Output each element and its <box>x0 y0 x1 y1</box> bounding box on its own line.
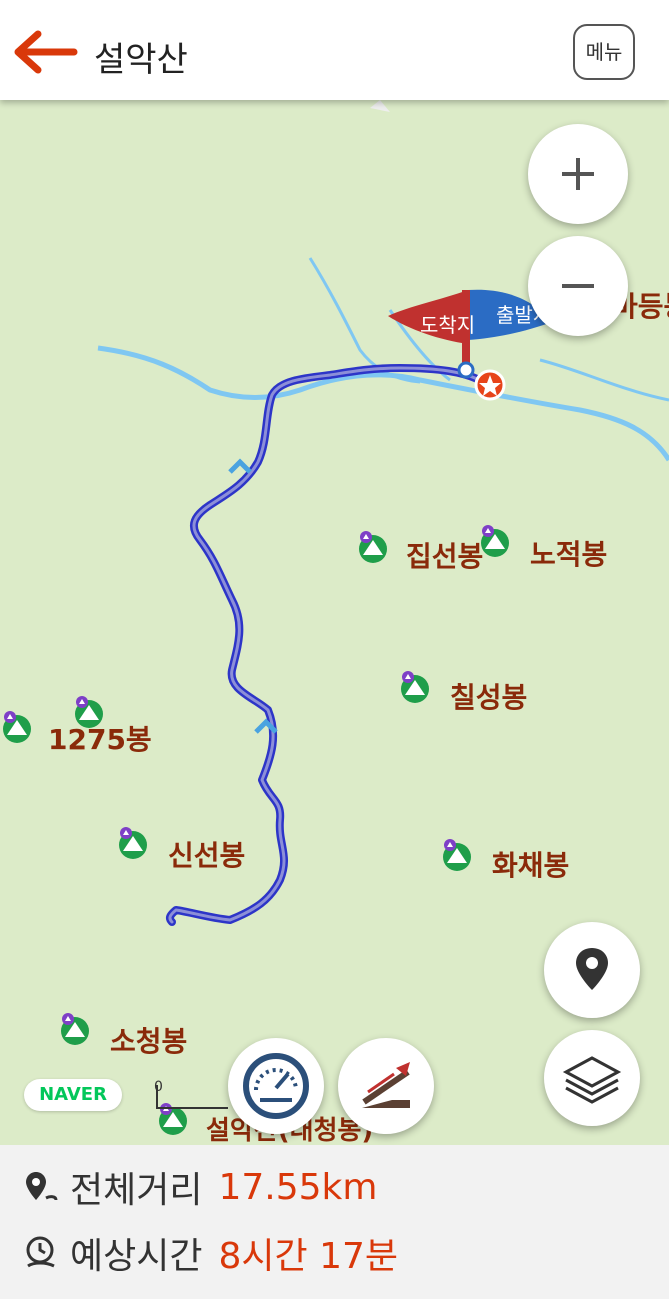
minus-icon <box>562 284 594 288</box>
zoom-out-button[interactable] <box>528 236 628 336</box>
page-title: 설악산 <box>94 40 188 80</box>
peak-label: 집선봉 <box>406 540 484 573</box>
map-view[interactable]: 출발지 도착지 마등봉 집선봉 노적봉 칠성봉 1275봉 신선봉 화채봉 소청… <box>0 100 669 1145</box>
mountain-icon[interactable] <box>58 1012 92 1050</box>
mountain-icon[interactable] <box>356 530 390 568</box>
start-marker-icon <box>457 361 475 379</box>
speed-button[interactable] <box>228 1038 324 1134</box>
peak-label: 노적봉 <box>530 538 608 571</box>
my-location-button[interactable] <box>544 922 640 1018</box>
estimated-time-icon <box>26 1236 55 1268</box>
speedometer-icon <box>243 1053 309 1119</box>
elevation-icon <box>362 1062 410 1108</box>
time-value: 8시간 17분 <box>218 1236 399 1277</box>
mountain-icon[interactable] <box>116 826 150 864</box>
mountain-icon[interactable] <box>398 670 432 708</box>
layers-icon <box>562 1056 622 1104</box>
distance-label: 전체거리 <box>70 1170 203 1211</box>
peak-label: 1275봉 <box>48 723 152 756</box>
mountain-icon[interactable] <box>478 524 512 562</box>
route-distance-icon <box>26 1172 58 1201</box>
peak-label: 화채봉 <box>492 849 570 882</box>
location-pin-icon <box>576 948 608 990</box>
distance-value: 17.55km <box>218 1166 378 1208</box>
direction-arrow-icon <box>228 458 252 474</box>
scale-bar: 0 <box>154 1079 228 1109</box>
back-button[interactable] <box>14 28 78 76</box>
menu-button[interactable]: 메뉴 <box>573 24 635 80</box>
zoom-in-button[interactable] <box>528 124 628 224</box>
app-header: 설악산 메뉴 <box>0 0 669 100</box>
time-label: 예상시간 <box>70 1236 203 1277</box>
peak-label: 소청봉 <box>110 1025 188 1058</box>
distance-row: 전체거리 17.55km <box>22 1157 377 1217</box>
mountain-icon[interactable] <box>440 838 474 876</box>
elevation-button[interactable] <box>338 1038 434 1134</box>
layers-button[interactable] <box>544 1030 640 1126</box>
route-summary: 전체거리 17.55km 예상시간 8시간 17분 <box>0 1145 669 1299</box>
arrive-flag-label: 도착지 <box>420 314 475 337</box>
peak-label: 칠성봉 <box>450 681 528 714</box>
time-row: 예상시간 8시간 17분 <box>22 1223 398 1283</box>
mountain-icon[interactable] <box>0 710 34 748</box>
peak-label: 신선봉 <box>168 839 246 872</box>
naver-logo: NAVER <box>24 1079 122 1111</box>
plus-icon <box>562 158 594 190</box>
scale-zero: 0 <box>154 1079 163 1095</box>
back-arrow-icon <box>14 30 78 74</box>
